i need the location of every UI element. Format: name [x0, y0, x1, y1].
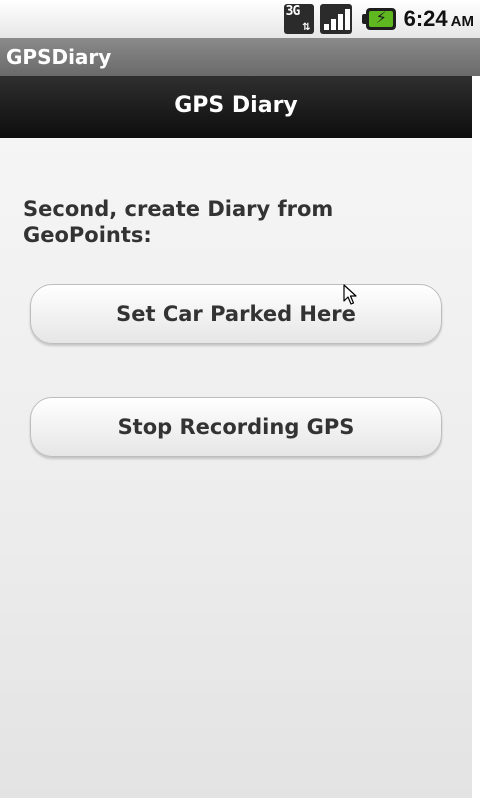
mouse-pointer-icon: [343, 284, 357, 305]
clock-ampm: AM: [450, 13, 474, 30]
set-car-parked-button[interactable]: Set Car Parked Here: [30, 284, 442, 344]
network-type-label: 3G: [285, 4, 301, 19]
status-icons: 3G ⇅ ⚡ 6:24 AM: [283, 4, 474, 34]
window-title: GPSDiary: [6, 45, 112, 69]
clock: 6:24 AM: [404, 6, 474, 32]
data-arrows-icon: ⇅: [302, 22, 311, 33]
battery-charging-icon: ⚡: [361, 8, 396, 30]
app-header: GPS Diary: [0, 76, 472, 138]
charging-bolt-icon: ⚡: [375, 8, 387, 27]
signal-strength-icon: [319, 4, 352, 34]
main-content: Second, create Diary from GeoPoints: Set…: [0, 138, 472, 798]
instruction-text: Second, create Diary from GeoPoints:: [23, 197, 334, 247]
right-edge-strip: [472, 76, 480, 798]
network-3g-icon: 3G ⇅: [283, 4, 314, 34]
clock-time: 6:24: [403, 6, 448, 31]
page-title: GPS Diary: [174, 93, 298, 118]
stop-recording-gps-button[interactable]: Stop Recording GPS: [30, 397, 442, 457]
window-title-bar: GPSDiary: [0, 38, 480, 76]
status-bar: 3G ⇅ ⚡ 6:24 AM: [0, 0, 480, 38]
screen: 3G ⇅ ⚡ 6:24 AM GPSDiary GPS Diary Second…: [0, 0, 480, 798]
